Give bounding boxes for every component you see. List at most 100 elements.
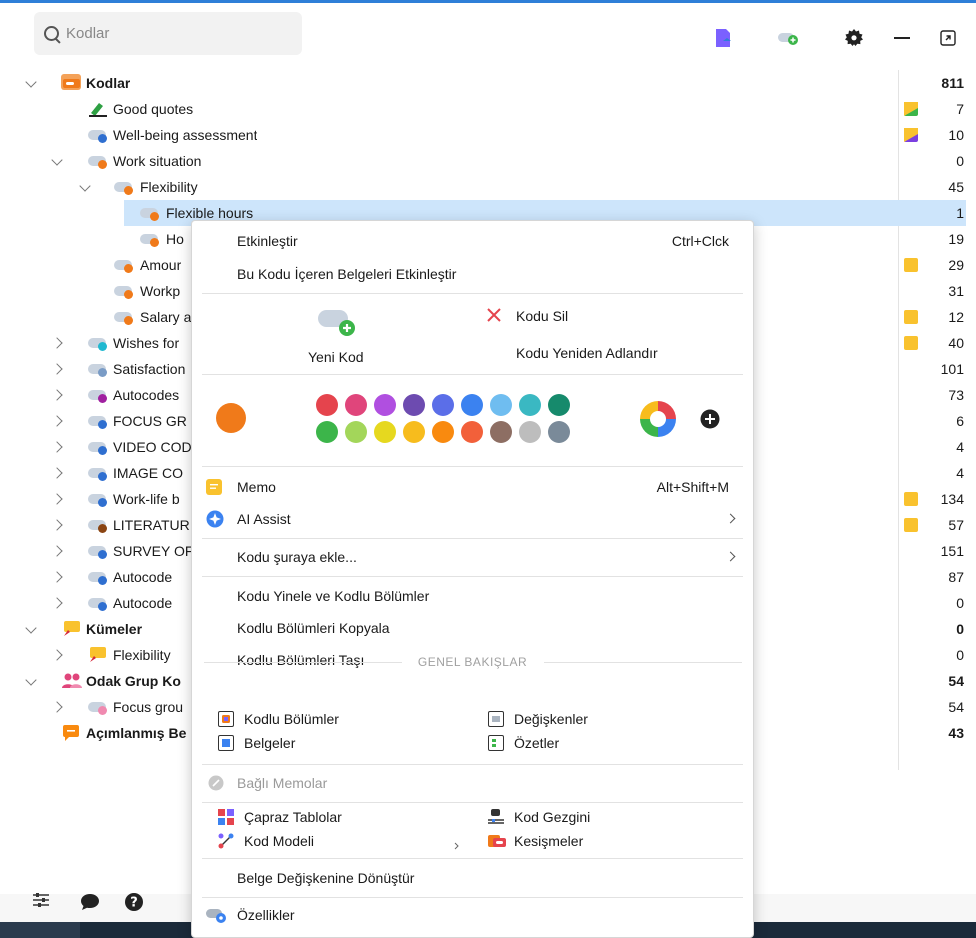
chevron-down-icon[interactable]: [78, 180, 92, 194]
color-swatch[interactable]: [374, 394, 396, 416]
chevron-right-icon[interactable]: [52, 388, 66, 402]
tree-row-codes-root[interactable]: Kodlar 811: [0, 70, 976, 96]
menu-item-label: Değişkenler: [514, 711, 588, 727]
menu-item-label: Kodlu Bölümleri Kopyala: [237, 620, 390, 636]
chevron-right-icon[interactable]: [52, 362, 66, 376]
chat-icon[interactable]: [80, 892, 100, 912]
minimize-icon[interactable]: [891, 27, 913, 49]
menu-item-activate-documents[interactable]: Bu Kodu İçeren Belgeleri Etkinleştir: [192, 259, 753, 289]
tree-row-label: Flexibility: [140, 179, 198, 195]
tree-row-label: Salary a: [140, 309, 192, 325]
color-swatch[interactable]: [345, 421, 367, 443]
menu-item-convert-document-variable[interactable]: Belge Değişkenine Dönüştür: [192, 863, 753, 893]
chevron-right-icon[interactable]: [52, 414, 66, 428]
tree-row-count: 54: [948, 673, 964, 689]
menu-item-coded-segments[interactable]: Kodlu Bölümler: [218, 707, 339, 731]
search-input[interactable]: Kodlar: [34, 12, 302, 55]
menu-item-copy-segments[interactable]: Kodlu Bölümleri Kopyala: [192, 613, 753, 643]
color-swatch[interactable]: [519, 394, 541, 416]
tree-row-label: Well-being assessment: [113, 127, 258, 143]
tree-row-count: 40: [948, 335, 964, 351]
color-swatch[interactable]: [548, 421, 570, 443]
chevron-right-icon[interactable]: [52, 466, 66, 480]
new-code-icon[interactable]: [778, 27, 800, 49]
menu-item-activate[interactable]: Etkinleştir Ctrl+Clck: [192, 226, 753, 256]
color-swatch[interactable]: [548, 394, 570, 416]
current-color-swatch[interactable]: [216, 403, 246, 433]
menu-item-ai-assist[interactable]: AI Assist: [192, 504, 753, 534]
menu-item-code-model[interactable]: Kod Modeli: [218, 829, 314, 853]
menu-item-variables[interactable]: Değişkenler: [488, 707, 588, 731]
chevron-right-icon[interactable]: [52, 570, 66, 584]
code-icon: [88, 569, 110, 585]
chevron-down-icon[interactable]: [50, 154, 64, 168]
color-swatch[interactable]: [461, 394, 483, 416]
chevron-down-icon[interactable]: [24, 76, 38, 90]
code-icon: [88, 491, 110, 507]
add-color-icon[interactable]: [700, 409, 720, 432]
menu-item-code-explorer[interactable]: Kod Gezgini: [488, 805, 590, 829]
sliders-icon[interactable]: [32, 892, 52, 912]
color-swatch[interactable]: [432, 421, 454, 443]
chevron-right-icon[interactable]: [52, 518, 66, 532]
menu-item-memo[interactable]: Memo Alt+Shift+M: [192, 472, 753, 502]
new-document-icon[interactable]: [712, 27, 734, 49]
chevron-right-icon[interactable]: [52, 648, 66, 662]
code-icon: [88, 413, 110, 429]
chevron-right-icon[interactable]: [52, 336, 66, 350]
menu-item-add-code-to[interactable]: Kodu şuraya ekle...: [192, 542, 753, 572]
tree-row-count: 134: [940, 491, 964, 507]
color-swatch[interactable]: [345, 394, 367, 416]
menu-item-intersections[interactable]: Kesişmeler: [488, 829, 583, 853]
tree-row-work-situation[interactable]: Work situation 0: [0, 148, 976, 174]
code-icon: [88, 153, 110, 169]
color-swatch[interactable]: [432, 394, 454, 416]
menu-item-recode[interactable]: Kodu Yinele ve Kodlu Bölümler: [192, 581, 753, 611]
code-icon: [140, 205, 162, 221]
color-swatch[interactable]: [316, 421, 338, 443]
tree-row-label: Work-life b: [113, 491, 180, 507]
menu-item-summaries[interactable]: Özetler: [488, 731, 559, 755]
chevron-right-icon[interactable]: [52, 596, 66, 610]
intersections-icon: [488, 833, 506, 849]
tree-row-count: 54: [948, 699, 964, 715]
color-swatch[interactable]: [374, 421, 396, 443]
chevron-right-icon[interactable]: [52, 544, 66, 558]
tree-row-count: 151: [940, 543, 964, 559]
color-wheel-icon[interactable]: [638, 399, 678, 442]
color-swatch[interactable]: [490, 421, 512, 443]
chevron-right-icon[interactable]: [52, 440, 66, 454]
chevron-down-icon[interactable]: [24, 622, 38, 636]
color-swatch[interactable]: [490, 394, 512, 416]
chevron-down-icon[interactable]: [24, 674, 38, 688]
menu-item-properties[interactable]: Özellikler: [192, 900, 753, 930]
help-icon[interactable]: ?: [124, 892, 144, 912]
tree-row-flexibility[interactable]: Flexibility 45: [0, 174, 976, 200]
popout-icon[interactable]: [937, 27, 959, 49]
menu-item-rename-code[interactable]: Kodu Yeniden Adlandır: [482, 338, 712, 368]
tree-row-count: 73: [948, 387, 964, 403]
tree-row-good-quotes[interactable]: Good quotes 7: [0, 96, 976, 122]
menu-item-label: Kodu Yinele ve Kodlu Bölümler: [237, 588, 430, 604]
code-icon: [88, 127, 110, 143]
menu-item-delete-code[interactable]: Kodu Sil: [482, 301, 682, 331]
color-swatch[interactable]: [316, 394, 338, 416]
code-icon: [114, 257, 136, 273]
code-icon: [114, 309, 136, 325]
menu-item-label: AI Assist: [237, 511, 291, 527]
color-swatch[interactable]: [461, 421, 483, 443]
color-swatch[interactable]: [403, 394, 425, 416]
variables-icon: [488, 711, 504, 727]
color-swatch[interactable]: [403, 421, 425, 443]
color-swatch[interactable]: [519, 421, 541, 443]
menu-item-crosstabs[interactable]: Çapraz Tablolar: [218, 805, 342, 829]
menu-item-new-code[interactable]: Yeni Kod: [282, 303, 402, 373]
code-icon: [114, 179, 136, 195]
chevron-right-icon[interactable]: [52, 700, 66, 714]
tree-row-well-being[interactable]: Well-being assessment 10: [0, 122, 976, 148]
gear-icon[interactable]: [843, 27, 865, 49]
tree-row-count: 12: [948, 309, 964, 325]
ai-assist-icon: [206, 510, 224, 528]
menu-item-documents[interactable]: Belgeler: [218, 731, 295, 755]
chevron-right-icon[interactable]: [52, 492, 66, 506]
